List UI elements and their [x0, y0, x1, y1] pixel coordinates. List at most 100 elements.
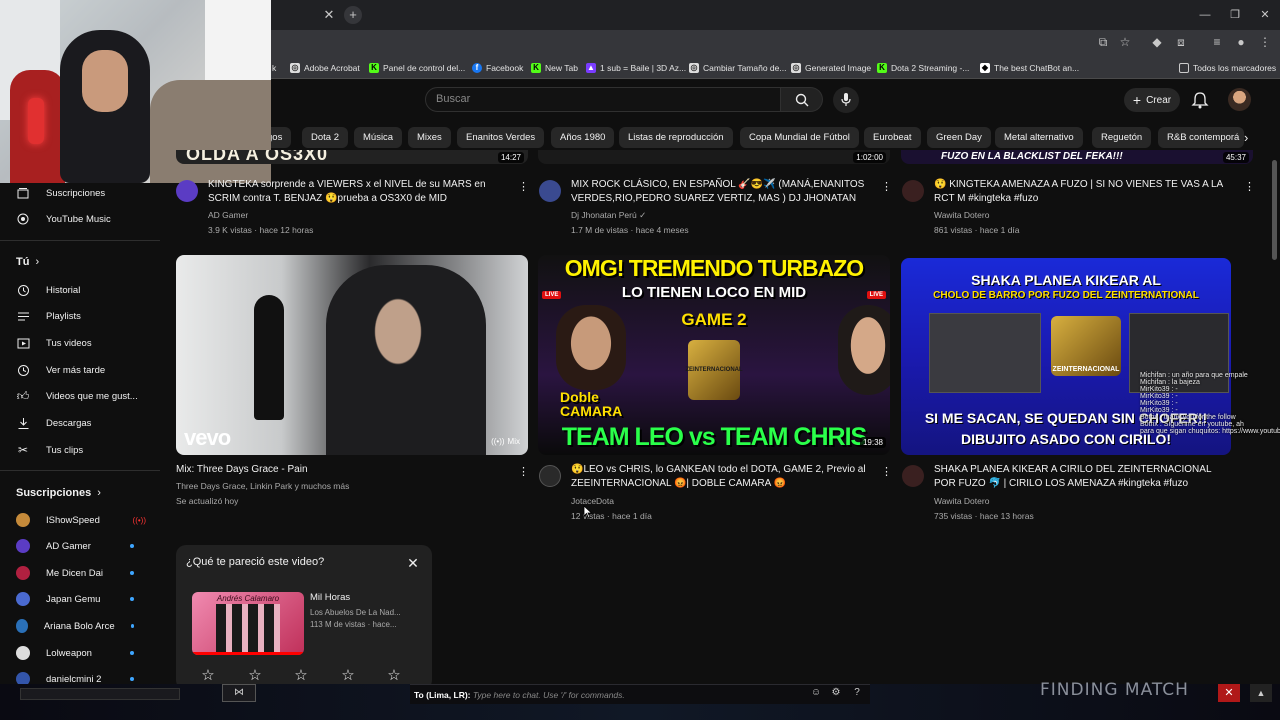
video-thumbnail-three-days-grace[interactable]: vevo ((•)) Mix — [176, 255, 528, 455]
video-title[interactable]: 😲 KINGTEKA AMENAZA A FUZO | SI NO VIENES… — [934, 178, 1239, 206]
chip-enanitos[interactable]: Enanitos Verdes — [457, 127, 545, 148]
chip-anos-1980[interactable]: Años 1980 — [551, 127, 615, 148]
rating-star-1[interactable]: ☆ — [198, 666, 218, 686]
channel-name[interactable]: Dj Jhonatan Perú ✓ — [571, 208, 646, 222]
chip-rnb[interactable]: R&B contemporá — [1158, 127, 1244, 148]
bookmark-generated[interactable]: ◎ Generated Image — [791, 60, 871, 76]
channel-name[interactable]: Wawita Dotero — [934, 208, 989, 222]
channel-avatar[interactable] — [902, 465, 924, 487]
rating-star-2[interactable]: ☆ — [245, 666, 265, 686]
video-title[interactable]: 😲LEO vs CHRIS, lo GANKEAN todo el DOTA, … — [571, 463, 876, 491]
sidebar-you-header[interactable]: Tú › — [16, 256, 39, 268]
channel-avatar[interactable] — [539, 465, 561, 487]
sidebar-sub-lolweapon[interactable]: Lolweapon — [16, 642, 134, 664]
bookmark-item[interactable]: k — [272, 60, 276, 76]
video-thumbnail[interactable]: FUZO EN LA BLACKLIST DEL FEKA!!! 45:37 — [901, 150, 1253, 164]
channel-avatar[interactable] — [539, 180, 561, 202]
sidebar-sub-ishowspeed[interactable]: IShowSpeed ((•)) — [16, 509, 146, 531]
chip-regueton[interactable]: Reguetón — [1092, 127, 1152, 148]
bookmark-chatbot[interactable]: ◆ The best ChatBot an... — [980, 60, 1079, 76]
puzzle-icon[interactable]: ⧈ — [1172, 33, 1190, 51]
sidebar-subs-header[interactable]: Suscripciones › — [16, 487, 101, 499]
rating-star-5[interactable]: ☆ — [384, 666, 404, 686]
chip-musica[interactable]: Música — [354, 127, 403, 148]
bookmark-facebook[interactable]: f Facebook — [472, 60, 523, 76]
more-options-icon[interactable]: ⋮ — [881, 180, 892, 193]
feedback-question: ¿Qué te pareció este video? — [186, 556, 325, 568]
channel-avatar[interactable] — [902, 180, 924, 202]
sidebar-item-tus-clips[interactable]: ✂ Tus clips — [16, 439, 83, 461]
sidebar-item-tus-videos[interactable]: Tus videos — [16, 332, 92, 354]
sidebar-item-descargas[interactable]: Descargas — [16, 412, 91, 434]
close-icon[interactable]: ✕ — [405, 555, 421, 571]
sidebar-sub-ad-gamer[interactable]: AD Gamer — [16, 535, 134, 557]
bookmark-cambiar[interactable]: ◎ Cambiar Tamaño de... — [689, 60, 786, 76]
sidebar-sub-japan-gemu[interactable]: Japan Gemu — [16, 588, 134, 610]
sidebar-sub-me-dicen-dai[interactable]: Me Dicen Dai — [16, 562, 134, 584]
channel-avatar[interactable] — [176, 180, 198, 202]
create-button[interactable]: + Crear — [1124, 88, 1180, 112]
maximize-icon[interactable]: ❐ — [1220, 6, 1250, 24]
bell-icon[interactable] — [1190, 90, 1210, 110]
channel-name[interactable]: AD Gamer — [208, 208, 248, 222]
feedback-thumbnail[interactable]: Andrés Calamaro — [192, 592, 304, 655]
page-scrollbar[interactable] — [1272, 160, 1277, 260]
new-tab-icon[interactable]: + — [344, 6, 362, 24]
star-bookmark-icon[interactable]: ☆ — [1116, 33, 1134, 51]
bookmark-all[interactable]: Todos los marcadores — [1179, 60, 1276, 76]
reading-list-icon[interactable]: ≡ — [1208, 33, 1226, 51]
search-button[interactable] — [781, 87, 823, 112]
more-options-icon[interactable]: ⋮ — [1244, 180, 1255, 193]
bookmark-baile[interactable]: ▲ 1 sub = Baile | 3D Az... — [586, 60, 686, 76]
chat-settings-icon[interactable]: ⚙ — [830, 687, 842, 699]
chip-listas[interactable]: Listas de reproducción — [619, 127, 733, 148]
chip-metal[interactable]: Metal alternativo — [995, 127, 1083, 148]
extension-icon[interactable]: ◆ — [1148, 33, 1166, 51]
install-app-icon[interactable]: ⧉ — [1094, 33, 1112, 51]
tab-close-icon[interactable]: ✕ — [320, 6, 338, 24]
bookmark-panel[interactable]: K Panel de control del... — [369, 60, 465, 76]
sidebar-item-liked-videos[interactable]: 👍︎ Videos que me gust... — [16, 385, 138, 407]
video-title[interactable]: KINGTEKA sorprende a VIEWERS x el NIVEL … — [208, 178, 513, 206]
emoji-icon[interactable]: ☺ — [810, 687, 822, 699]
more-options-icon[interactable]: ⋮ — [881, 465, 892, 478]
video-thumbnail[interactable]: OLDA A OS3X0 14:27 — [176, 150, 528, 164]
browser-menu-icon[interactable]: ⋮ — [1256, 33, 1274, 51]
bookmark-new-tab[interactable]: K New Tab — [531, 60, 578, 76]
video-title[interactable]: MIX ROCK CLÁSICO, EN ESPAÑOL 🎸😎✈️ (MANÁ,… — [571, 178, 876, 206]
game-chat-input[interactable]: To (Lima, LR): Type here to chat. Use '/… — [410, 684, 870, 704]
video-title[interactable]: Mix: Three Days Grace - Pain — [176, 463, 506, 477]
profile-icon[interactable]: ● — [1232, 33, 1250, 51]
chips-next-icon[interactable]: › — [1244, 127, 1258, 148]
account-avatar[interactable] — [1228, 88, 1251, 111]
chip-eurobeat[interactable]: Eurobeat — [864, 127, 921, 148]
search-input[interactable]: Buscar — [425, 87, 781, 112]
chip-mixes[interactable]: Mixes — [408, 127, 451, 148]
channel-name[interactable]: Three Days Grace, Linkin Park y muchos m… — [176, 479, 349, 493]
cancel-search-button[interactable]: ✕ — [1218, 684, 1240, 702]
chip-copa-mundial[interactable]: Copa Mundial de Fútbol — [740, 127, 859, 148]
video-thumbnail-leo-vs-chris[interactable]: OMG! TREMENDO TURBAZO LO TIENEN LOCO EN … — [538, 255, 890, 455]
sidebar-sub-ariana[interactable]: Ariana Bolo Arce — [16, 615, 134, 637]
more-options-icon[interactable]: ⋮ — [518, 465, 529, 478]
collapse-icon[interactable]: ▲ — [1250, 684, 1272, 702]
channel-name[interactable]: Wawita Dotero — [934, 494, 989, 508]
sidebar-item-ver-mas-tarde[interactable]: Ver más tarde — [16, 359, 105, 381]
voice-search-button[interactable] — [833, 87, 859, 113]
rating-star-3[interactable]: ☆ — [291, 666, 311, 686]
bookmark-adobe[interactable]: ◎ Adobe Acrobat — [290, 60, 360, 76]
sidebar-item-playlists[interactable]: Playlists — [16, 305, 81, 327]
sidebar-item-suscripciones[interactable]: Suscripciones — [16, 182, 105, 204]
help-icon[interactable]: ? — [851, 687, 863, 699]
more-options-icon[interactable]: ⋮ — [518, 180, 529, 193]
rating-star-4[interactable]: ☆ — [338, 666, 358, 686]
sidebar-item-historial[interactable]: Historial — [16, 279, 80, 301]
sidebar-item-youtube-music[interactable]: YouTube Music — [16, 208, 111, 230]
chip-dota2[interactable]: Dota 2 — [302, 127, 348, 148]
video-thumbnail[interactable]: 1:02:00 — [538, 150, 890, 164]
chip-green-day[interactable]: Green Day — [927, 127, 991, 148]
bookmark-dota-streaming[interactable]: K Dota 2 Streaming -... — [877, 60, 969, 76]
close-window-icon[interactable]: ✕ — [1250, 6, 1280, 24]
minimize-icon[interactable]: — — [1190, 6, 1220, 24]
feedback-song-title[interactable]: Mil Horas — [310, 592, 350, 603]
